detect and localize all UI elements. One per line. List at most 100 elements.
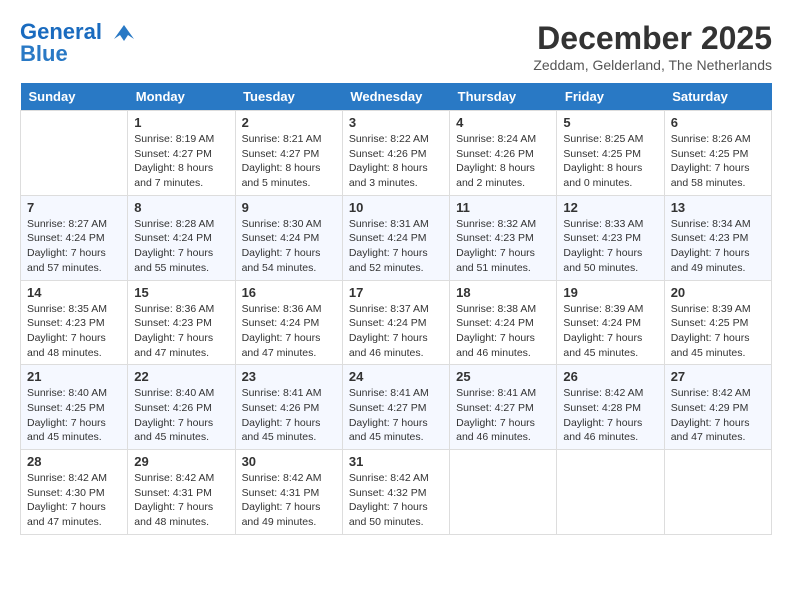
calendar-cell: 9Sunrise: 8:30 AMSunset: 4:24 PMDaylight… bbox=[235, 195, 342, 280]
cell-info: Sunset: 4:23 PM bbox=[134, 316, 228, 331]
cell-info: Daylight: 7 hours and 47 minutes. bbox=[27, 500, 121, 529]
cell-info: Sunrise: 8:39 AM bbox=[671, 302, 765, 317]
cell-info: Daylight: 8 hours and 3 minutes. bbox=[349, 161, 443, 190]
cell-info: Sunset: 4:23 PM bbox=[27, 316, 121, 331]
cell-info: Sunset: 4:26 PM bbox=[456, 147, 550, 162]
calendar-cell: 29Sunrise: 8:42 AMSunset: 4:31 PMDayligh… bbox=[128, 450, 235, 535]
cell-info: Sunrise: 8:42 AM bbox=[242, 471, 336, 486]
cell-info: Sunset: 4:32 PM bbox=[349, 486, 443, 501]
date-number: 9 bbox=[242, 200, 336, 215]
cell-info: Daylight: 7 hours and 45 minutes. bbox=[349, 416, 443, 445]
cell-info: Sunset: 4:29 PM bbox=[671, 401, 765, 416]
cell-info: Daylight: 7 hours and 58 minutes. bbox=[671, 161, 765, 190]
date-number: 6 bbox=[671, 115, 765, 130]
cell-info: Sunset: 4:26 PM bbox=[242, 401, 336, 416]
cell-info: Daylight: 7 hours and 49 minutes. bbox=[242, 500, 336, 529]
cell-info: Daylight: 7 hours and 45 minutes. bbox=[242, 416, 336, 445]
calendar-cell: 10Sunrise: 8:31 AMSunset: 4:24 PMDayligh… bbox=[342, 195, 449, 280]
date-number: 4 bbox=[456, 115, 550, 130]
date-number: 30 bbox=[242, 454, 336, 469]
day-header-thursday: Thursday bbox=[450, 83, 557, 111]
date-number: 24 bbox=[349, 369, 443, 384]
logo: General Blue bbox=[20, 20, 140, 67]
date-number: 2 bbox=[242, 115, 336, 130]
date-number: 15 bbox=[134, 285, 228, 300]
cell-info: Daylight: 7 hours and 51 minutes. bbox=[456, 246, 550, 275]
day-header-saturday: Saturday bbox=[664, 83, 771, 111]
date-number: 17 bbox=[349, 285, 443, 300]
calendar-cell: 30Sunrise: 8:42 AMSunset: 4:31 PMDayligh… bbox=[235, 450, 342, 535]
calendar-cell: 25Sunrise: 8:41 AMSunset: 4:27 PMDayligh… bbox=[450, 365, 557, 450]
date-number: 21 bbox=[27, 369, 121, 384]
date-number: 18 bbox=[456, 285, 550, 300]
cell-info: Sunset: 4:31 PM bbox=[134, 486, 228, 501]
week-row-5: 28Sunrise: 8:42 AMSunset: 4:30 PMDayligh… bbox=[21, 450, 772, 535]
date-number: 10 bbox=[349, 200, 443, 215]
week-row-2: 7Sunrise: 8:27 AMSunset: 4:24 PMDaylight… bbox=[21, 195, 772, 280]
calendar-cell: 11Sunrise: 8:32 AMSunset: 4:23 PMDayligh… bbox=[450, 195, 557, 280]
cell-info: Sunset: 4:25 PM bbox=[671, 316, 765, 331]
cell-info: Sunrise: 8:19 AM bbox=[134, 132, 228, 147]
cell-info: Sunset: 4:25 PM bbox=[671, 147, 765, 162]
date-number: 12 bbox=[563, 200, 657, 215]
cell-info: Daylight: 7 hours and 52 minutes. bbox=[349, 246, 443, 275]
cell-info: Sunrise: 8:42 AM bbox=[563, 386, 657, 401]
week-row-3: 14Sunrise: 8:35 AMSunset: 4:23 PMDayligh… bbox=[21, 280, 772, 365]
cell-info: Sunset: 4:30 PM bbox=[27, 486, 121, 501]
cell-info: Sunrise: 8:40 AM bbox=[27, 386, 121, 401]
date-number: 22 bbox=[134, 369, 228, 384]
cell-info: Sunset: 4:27 PM bbox=[456, 401, 550, 416]
calendar-cell: 22Sunrise: 8:40 AMSunset: 4:26 PMDayligh… bbox=[128, 365, 235, 450]
calendar-cell: 3Sunrise: 8:22 AMSunset: 4:26 PMDaylight… bbox=[342, 111, 449, 196]
calendar-cell: 19Sunrise: 8:39 AMSunset: 4:24 PMDayligh… bbox=[557, 280, 664, 365]
calendar-cell: 15Sunrise: 8:36 AMSunset: 4:23 PMDayligh… bbox=[128, 280, 235, 365]
cell-info: Daylight: 7 hours and 50 minutes. bbox=[349, 500, 443, 529]
calendar-cell: 6 Sunrise: 8:26 AMSunset: 4:25 PMDaylight… bbox=[664, 111, 771, 196]
calendar-cell: 14Sunrise: 8:35 AMSunset: 4:23 PMDayligh… bbox=[21, 280, 128, 365]
cell-info: Daylight: 7 hours and 45 minutes. bbox=[27, 416, 121, 445]
calendar-cell: 13Sunrise: 8:34 AMSunset: 4:23 PMDayligh… bbox=[664, 195, 771, 280]
cell-info: Sunset: 4:24 PM bbox=[27, 231, 121, 246]
calendar-cell: 21Sunrise: 8:40 AMSunset: 4:25 PMDayligh… bbox=[21, 365, 128, 450]
cell-info: Sunrise: 8:41 AM bbox=[456, 386, 550, 401]
calendar-cell: 5Sunrise: 8:25 AMSunset: 4:25 PMDaylight… bbox=[557, 111, 664, 196]
cell-info: Sunrise: 8:35 AM bbox=[27, 302, 121, 317]
subtitle: Zeddam, Gelderland, The Netherlands bbox=[533, 57, 772, 73]
cell-info: Daylight: 7 hours and 48 minutes. bbox=[27, 331, 121, 360]
date-number: 8 bbox=[134, 200, 228, 215]
cell-info: Sunset: 4:24 PM bbox=[456, 316, 550, 331]
cell-info: Sunset: 4:26 PM bbox=[349, 147, 443, 162]
calendar-cell: 7Sunrise: 8:27 AMSunset: 4:24 PMDaylight… bbox=[21, 195, 128, 280]
day-header-monday: Monday bbox=[128, 83, 235, 111]
calendar-table: SundayMondayTuesdayWednesdayThursdayFrid… bbox=[20, 83, 772, 535]
calendar-cell: 31Sunrise: 8:42 AMSunset: 4:32 PMDayligh… bbox=[342, 450, 449, 535]
cell-info: Sunrise: 8:32 AM bbox=[456, 217, 550, 232]
cell-info: Sunrise: 8:42 AM bbox=[134, 471, 228, 486]
cell-info: Sunset: 4:25 PM bbox=[563, 147, 657, 162]
cell-info: Sunset: 4:23 PM bbox=[563, 231, 657, 246]
main-title: December 2025 bbox=[533, 20, 772, 57]
cell-info: Sunrise: 8:37 AM bbox=[349, 302, 443, 317]
date-number: 31 bbox=[349, 454, 443, 469]
date-number: 27 bbox=[671, 369, 765, 384]
cell-info: Sunset: 4:24 PM bbox=[242, 231, 336, 246]
cell-info: Daylight: 7 hours and 47 minutes. bbox=[242, 331, 336, 360]
cell-info: Sunset: 4:24 PM bbox=[349, 231, 443, 246]
cell-info: Sunrise: 8:28 AM bbox=[134, 217, 228, 232]
date-number: 3 bbox=[349, 115, 443, 130]
cell-info: Daylight: 7 hours and 55 minutes. bbox=[134, 246, 228, 275]
cell-info: Sunrise: 8:21 AM bbox=[242, 132, 336, 147]
cell-info: Sunrise: 8:26 AM bbox=[671, 132, 765, 147]
calendar-cell bbox=[664, 450, 771, 535]
cell-info: Sunrise: 8:33 AM bbox=[563, 217, 657, 232]
calendar-cell bbox=[557, 450, 664, 535]
date-number: 5 bbox=[563, 115, 657, 130]
date-number: 11 bbox=[456, 200, 550, 215]
calendar-cell: 17Sunrise: 8:37 AMSunset: 4:24 PMDayligh… bbox=[342, 280, 449, 365]
calendar-cell: 27Sunrise: 8:42 AMSunset: 4:29 PMDayligh… bbox=[664, 365, 771, 450]
cell-info: Sunset: 4:24 PM bbox=[563, 316, 657, 331]
day-header-friday: Friday bbox=[557, 83, 664, 111]
header-row: SundayMondayTuesdayWednesdayThursdayFrid… bbox=[21, 83, 772, 111]
cell-info: Sunset: 4:24 PM bbox=[242, 316, 336, 331]
cell-info: Sunrise: 8:27 AM bbox=[27, 217, 121, 232]
